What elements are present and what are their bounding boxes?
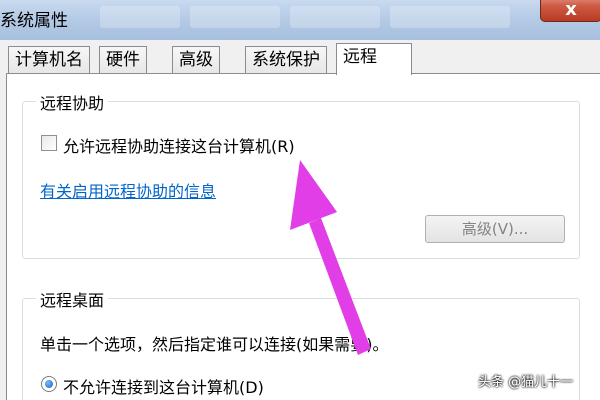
annotation-arrow	[290, 160, 371, 355]
tab-remote[interactable]: 远程	[336, 43, 412, 75]
watermark: 头条 @猫儿十一	[478, 375, 574, 390]
